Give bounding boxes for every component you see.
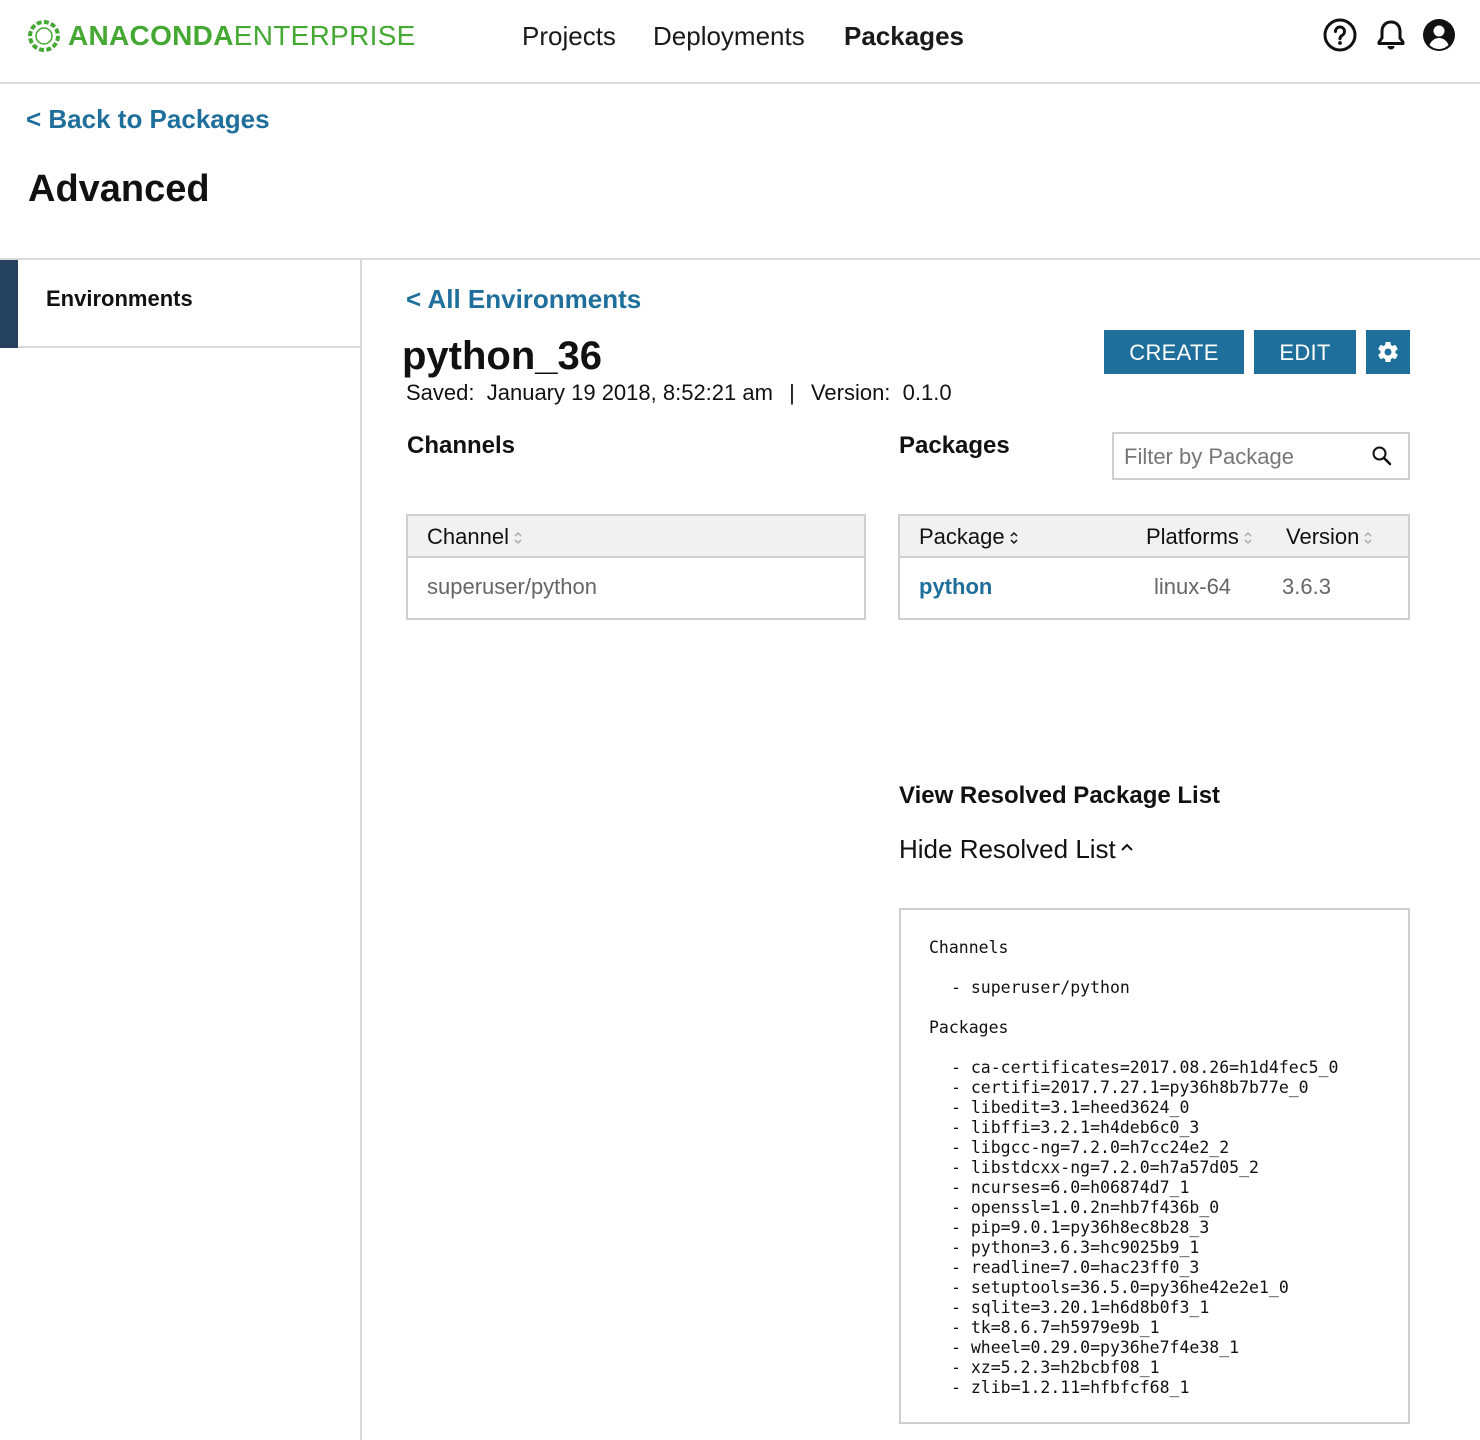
sidebar-active-indicator	[0, 260, 18, 348]
resolved-package-list: - ca-certificates=2017.08.26=h1d4fec5_0 …	[951, 1058, 1338, 1398]
resolved-package-item: - ca-certificates=2017.08.26=h1d4fec5_0	[951, 1058, 1339, 1077]
search-icon[interactable]	[1370, 444, 1394, 468]
channels-table-header: Channel	[408, 516, 864, 558]
channel-column-header[interactable]: Channel	[427, 524, 523, 550]
packages-table: Package Platforms Version python linux-6…	[898, 514, 1410, 620]
version-column-label: Version	[1286, 524, 1360, 549]
resolved-package-item: - zlib=1.2.11=hfbfcf68_1	[951, 1378, 1190, 1397]
resolved-package-item: - pip=9.0.1=py36h8ec8b28_3	[951, 1218, 1210, 1237]
channels-table: Channel superuser/python	[406, 514, 866, 620]
back-to-packages-link[interactable]: < Back to Packages	[26, 104, 270, 135]
nav-projects[interactable]: Projects	[522, 18, 616, 54]
resolved-package-item: - setuptools=36.5.0=py36he42e2e1_0	[951, 1278, 1289, 1297]
top-bar: ANACONDAENTERPRISE Projects Deployments …	[0, 0, 1480, 84]
chevron-up-icon	[1121, 843, 1133, 851]
brand-name: ANACONDAENTERPRISE	[68, 20, 416, 52]
sort-icon	[1244, 532, 1252, 545]
sort-icon	[1364, 532, 1372, 545]
resolved-package-item: - tk=8.6.7=h5979e9b_1	[951, 1318, 1160, 1337]
help-icon[interactable]	[1323, 18, 1357, 52]
nav-deployments[interactable]: Deployments	[653, 18, 805, 54]
sidebar-item-label: Environments	[46, 286, 193, 311]
package-link-python[interactable]: python	[919, 574, 992, 600]
version-label: Version:	[810, 380, 891, 405]
resolved-package-item: - libffi=3.2.1=h4deb6c0_3	[951, 1118, 1200, 1137]
resolved-package-item: - certifi=2017.7.27.1=py36h8b7b77e_0	[951, 1078, 1309, 1097]
channels-heading: Channels	[407, 432, 516, 459]
sort-icon	[514, 532, 522, 545]
environment-meta: Saved: January 19 2018, 8:52:21 am | Ver…	[406, 380, 952, 406]
version-value: 0.1.0	[902, 380, 952, 405]
resolved-package-item: - libedit=3.1=heed3624_0	[951, 1098, 1190, 1117]
environment-name: python_36	[402, 334, 603, 378]
brand-bold: ANACONDA	[68, 20, 234, 51]
create-button[interactable]: CREATE	[1104, 330, 1244, 374]
packages-table-header: Package Platforms Version	[900, 516, 1408, 558]
version-column-header[interactable]: Version	[1286, 524, 1373, 550]
meta-separator: |	[789, 380, 795, 405]
platforms-column-label: Platforms	[1146, 524, 1239, 549]
resolved-package-item: - readline=7.0=hac23ff0_3	[951, 1258, 1200, 1277]
resolved-list-box: Channels - superuser/python Packages - c…	[899, 908, 1410, 1424]
brand-light: ENTERPRISE	[233, 20, 416, 51]
resolved-package-item: - libgcc-ng=7.2.0=h7cc24e2_2	[951, 1138, 1230, 1157]
resolved-package-item: - wheel=0.29.0=py36he7f4e38_1	[951, 1338, 1240, 1357]
package-column-header[interactable]: Package	[919, 524, 1019, 550]
sort-icon	[1010, 532, 1018, 545]
version-cell: 3.6.3	[1282, 574, 1331, 599]
sidebar-item-environments[interactable]: Environments	[0, 260, 360, 348]
all-environments-link[interactable]: < All Environments	[406, 284, 641, 315]
resolved-package-item: - python=3.6.3=hc9025b9_1	[951, 1238, 1200, 1257]
resolved-channel-item: - superuser/python	[951, 978, 1130, 997]
channel-cell: superuser/python	[427, 574, 597, 599]
resolved-package-item: - sqlite=3.20.1=h6d8b0f3_1	[951, 1298, 1210, 1317]
platform-cell: linux-64	[1154, 574, 1232, 599]
filter-package-input[interactable]	[1124, 442, 1364, 472]
hide-resolved-label: Hide Resolved List	[899, 834, 1116, 864]
packages-heading: Packages	[899, 432, 1010, 459]
bell-icon[interactable]	[1374, 18, 1408, 52]
anaconda-ring-icon	[28, 20, 60, 52]
anaconda-logo[interactable]: ANACONDAENTERPRISE	[26, 18, 416, 54]
page-title: Advanced	[28, 168, 210, 210]
platforms-column-header[interactable]: Platforms	[1146, 524, 1253, 550]
resolved-package-item: - xz=5.2.3=h2bcbf08_1	[951, 1358, 1160, 1377]
resolved-package-item: - libstdcxx-ng=7.2.0=h7a57d05_2	[951, 1158, 1259, 1177]
hide-resolved-toggle[interactable]: Hide Resolved List	[899, 834, 1134, 865]
gear-icon	[1378, 342, 1398, 363]
edit-button[interactable]: EDIT	[1254, 330, 1356, 374]
settings-button[interactable]	[1366, 330, 1410, 374]
channel-column-label: Channel	[427, 524, 509, 549]
resolved-channels-label: Channels	[929, 938, 1009, 957]
sidebar-divider	[360, 260, 362, 1440]
resolved-package-item: - ncurses=6.0=h06874d7_1	[951, 1178, 1190, 1197]
resolved-package-item: - openssl=1.0.2n=hb7f436b_0	[951, 1198, 1220, 1217]
resolved-packages-label: Packages	[929, 1018, 1009, 1037]
filter-by-package	[1112, 432, 1410, 480]
nav-packages[interactable]: Packages	[844, 18, 964, 54]
saved-label: Saved:	[406, 380, 475, 405]
user-icon[interactable]	[1422, 18, 1456, 52]
resolved-heading: View Resolved Package List	[899, 782, 1221, 809]
package-column-label: Package	[919, 524, 1005, 549]
saved-value: January 19 2018, 8:52:21 am	[486, 380, 773, 405]
